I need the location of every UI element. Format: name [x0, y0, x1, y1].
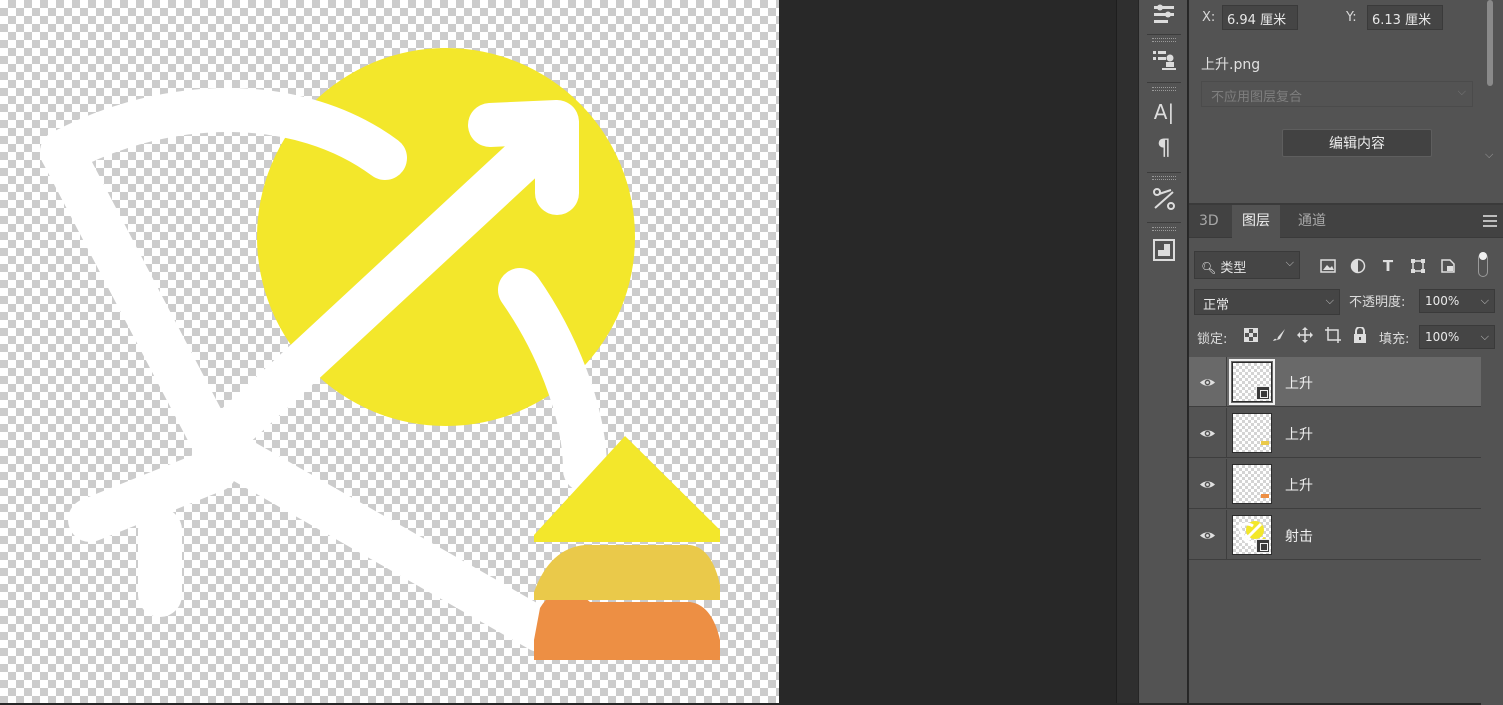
panel-grip[interactable] [1152, 176, 1176, 180]
panel-grip[interactable] [1152, 87, 1176, 91]
lock-label: 锁定: [1197, 332, 1228, 347]
lock-image-pixels-icon[interactable] [1269, 325, 1289, 345]
column-divider [1226, 357, 1227, 407]
icon-separator [1147, 34, 1181, 35]
lock-transparent-pixels-icon[interactable] [1241, 325, 1261, 345]
column-divider [1226, 408, 1227, 458]
tab-layers[interactable]: 图层 [1232, 205, 1280, 238]
layer-comps-icon[interactable] [1150, 46, 1178, 74]
smart-object-badge-icon [1256, 386, 1270, 400]
character-icon[interactable]: A| [1150, 98, 1178, 126]
layer-comp-select-label: 不应用图层复合 [1211, 90, 1303, 105]
panel-gutter [1116, 0, 1138, 703]
thumbnail-content [1261, 494, 1269, 498]
pasteboard [779, 0, 1116, 703]
panel-grip[interactable] [1152, 227, 1176, 231]
layer-thumbnail[interactable] [1232, 413, 1272, 453]
column-divider [1226, 510, 1227, 560]
panel-icon-strip: A| ¶ [1138, 0, 1188, 703]
thumbnail-content [1261, 441, 1269, 445]
panel-menu-icon[interactable] [1483, 215, 1497, 227]
properties-scrollbar[interactable]: ⌵ [1483, 0, 1497, 168]
search-icon: 🔍︎ [1201, 261, 1217, 275]
icon-separator [1147, 172, 1181, 173]
icon-separator [1147, 222, 1181, 223]
y-label: Y: [1346, 10, 1357, 25]
x-label: X: [1202, 10, 1216, 25]
tab-channels[interactable]: 通道 [1288, 205, 1336, 238]
layers-scrollbar[interactable] [1481, 357, 1503, 705]
layer-filter-select[interactable]: 🔍︎ 类型 ⌵ [1194, 251, 1300, 279]
artwork [40, 48, 720, 660]
layer-comp-select[interactable]: 不应用图层复合 ⌵ [1201, 81, 1473, 107]
scroll-down-icon[interactable]: ⌵ [1485, 148, 1493, 162]
fill-field[interactable]: 100% ⌵ [1419, 325, 1495, 349]
filter-shape-icon[interactable] [1407, 255, 1429, 277]
visibility-eye-icon[interactable] [1199, 374, 1216, 391]
layer-row[interactable]: 射击 [1189, 510, 1481, 560]
document-canvas[interactable] [0, 0, 779, 703]
lock-position-icon[interactable] [1295, 325, 1315, 345]
layers-panel: 3D 图层 通道 🔍︎ 类型 ⌵ T 正常 ⌵ 不透明度: 100% ⌵ 锁定: [1189, 203, 1503, 705]
layer-name[interactable]: 上升 [1285, 424, 1313, 444]
navigator-icon[interactable] [1150, 236, 1178, 264]
properties-adjust-icon[interactable] [1150, 0, 1178, 28]
filter-adjustment-icon[interactable] [1347, 255, 1369, 277]
filter-smart-object-icon[interactable] [1437, 255, 1459, 277]
edit-contents-button[interactable]: 编辑内容 [1282, 129, 1432, 157]
layer-name[interactable]: 射击 [1285, 526, 1313, 546]
chevron-down-icon[interactable]: ⌵ [1481, 330, 1489, 344]
panel-grip[interactable] [1152, 38, 1176, 42]
chevron-down-icon: ⌵ [1457, 85, 1466, 98]
layer-row[interactable]: 上升 [1189, 459, 1481, 509]
chevron-down-icon[interactable]: ⌵ [1481, 294, 1489, 308]
tab-3d[interactable]: 3D [1189, 205, 1229, 238]
opacity-label: 不透明度: [1349, 295, 1406, 310]
visibility-eye-icon[interactable] [1199, 425, 1216, 442]
fill-label: 填充: [1379, 332, 1410, 347]
chevron-down-icon: ⌵ [1285, 256, 1294, 269]
tools-preset-icon[interactable] [1150, 185, 1178, 213]
smart-object-badge-icon [1256, 539, 1270, 553]
properties-panel: X: 6.94 厘米 Y: 6.13 厘米 上升.png 不应用图层复合 ⌵ 编… [1189, 0, 1503, 203]
filter-pixel-icon[interactable] [1317, 255, 1339, 277]
filter-toggle-switch[interactable] [1478, 252, 1488, 277]
blend-mode-select[interactable]: 正常 ⌵ [1194, 289, 1340, 315]
layer-row[interactable]: 上升 [1189, 357, 1481, 407]
layer-thumbnail[interactable] [1232, 515, 1272, 555]
icon-separator [1147, 82, 1181, 83]
layer-name[interactable]: 上升 [1285, 373, 1313, 393]
fill-value: 100% [1425, 330, 1460, 344]
paragraph-icon[interactable]: ¶ [1150, 134, 1178, 162]
smart-object-file-name: 上升.png [1201, 57, 1261, 73]
layer-thumbnail[interactable] [1229, 359, 1275, 405]
column-divider [1226, 459, 1227, 509]
opacity-value: 100% [1425, 294, 1460, 308]
visibility-eye-icon[interactable] [1199, 476, 1216, 493]
layer-thumbnail[interactable] [1232, 464, 1272, 504]
layer-name[interactable]: 上升 [1285, 475, 1313, 495]
scrollbar-thumb[interactable] [1487, 0, 1493, 86]
filter-type-icon[interactable]: T [1377, 255, 1399, 277]
filter-kind-label: 类型 [1220, 261, 1247, 276]
x-position-field[interactable]: 6.94 厘米 [1222, 5, 1298, 30]
lock-artboard-icon[interactable] [1323, 325, 1343, 345]
opacity-field[interactable]: 100% ⌵ [1419, 289, 1495, 313]
lock-all-icon[interactable] [1350, 325, 1370, 345]
layer-row[interactable]: 上升 [1189, 408, 1481, 458]
blend-mode-label: 正常 [1203, 298, 1230, 313]
visibility-eye-icon[interactable] [1199, 527, 1216, 544]
chevron-down-icon: ⌵ [1325, 294, 1334, 307]
stacked-arrow-icon [534, 436, 720, 660]
layers-tabbar: 3D 图层 通道 [1189, 205, 1503, 238]
y-position-field[interactable]: 6.13 厘米 [1367, 5, 1443, 30]
